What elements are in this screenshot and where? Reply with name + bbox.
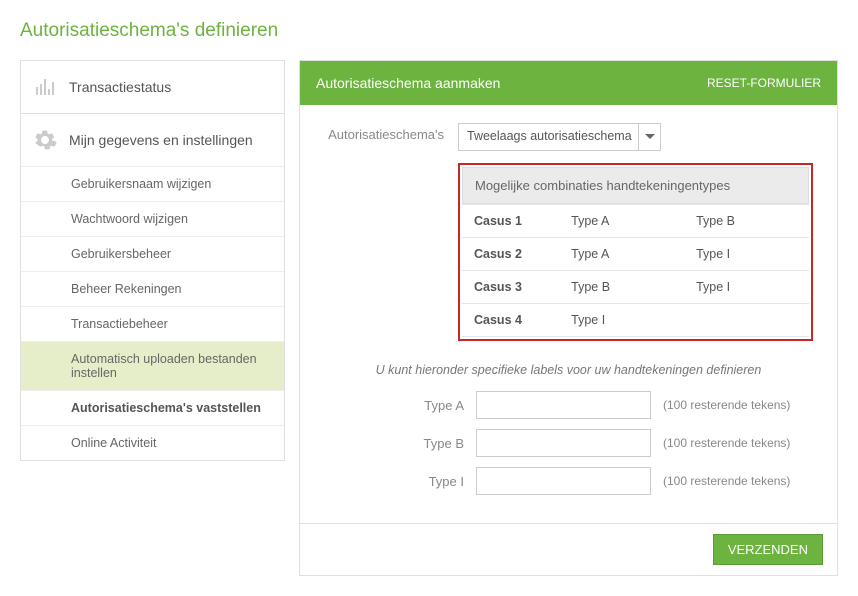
sidebar-subitem-auth-schemas[interactable]: Autorisatieschema's vaststellen [21,390,284,425]
table-row: Casus 2 Type A Type I [462,238,809,271]
combinations-box: Mogelijke combinaties handtekeningentype… [458,163,813,341]
sidebar-subitem-change-password[interactable]: Wachtwoord wijzigen [21,201,284,236]
sidebar-subitem-user-management[interactable]: Gebruikersbeheer [21,236,284,271]
panel-header: Autorisatieschema aanmaken RESET-FORMULI… [300,61,837,105]
type-i-hint: (100 resterende tekens) [663,474,790,488]
labels-instruction: U kunt hieronder specifieke labels voor … [324,363,813,377]
main-panel: Autorisatieschema aanmaken RESET-FORMULI… [299,60,838,576]
sidebar-subitem-account-management[interactable]: Beheer Rekeningen [21,271,284,306]
combinations-table: Casus 1 Type A Type B Casus 2 Type A Typ… [462,204,809,337]
sidebar-subitem-auto-upload[interactable]: Automatisch uploaden bestanden instellen [21,341,284,390]
type-b-label: Type B [324,436,464,451]
chart-icon [33,75,57,99]
sidebar-item-my-details[interactable]: Mijn gegevens en instellingen [21,114,284,166]
type-a-input[interactable] [476,391,651,419]
page-title: Autorisatieschema's definieren [20,20,838,42]
reset-form-link[interactable]: RESET-FORMULIER [707,76,821,90]
type-i-input[interactable] [476,467,651,495]
table-row: Casus 1 Type A Type B [462,205,809,238]
type-b-hint: (100 resterende tekens) [663,436,790,450]
schema-select[interactable]: Tweelaags autorisatieschema [458,123,661,151]
sidebar-subitem-change-username[interactable]: Gebruikersnaam wijzigen [21,166,284,201]
submit-button[interactable]: VERZENDEN [713,534,823,565]
sidebar: Transactiestatus Mijn gegevens en instel… [20,60,285,461]
type-a-label: Type A [324,398,464,413]
type-b-input[interactable] [476,429,651,457]
sidebar-item-transaction-status[interactable]: Transactiestatus [21,61,284,113]
type-a-hint: (100 resterende tekens) [663,398,790,412]
table-row: Casus 3 Type B Type I [462,271,809,304]
type-i-label: Type I [324,474,464,489]
combinations-header: Mogelijke combinaties handtekeningentype… [462,167,809,204]
schema-select-input[interactable]: Tweelaags autorisatieschema [459,124,660,148]
sidebar-item-label: Transactiestatus [69,79,171,95]
gear-icon [33,128,57,152]
table-row: Casus 4 Type I [462,304,809,337]
schema-label: Autorisatieschema's [324,123,444,142]
panel-title: Autorisatieschema aanmaken [316,75,500,91]
sidebar-subitem-transaction-management[interactable]: Transactiebeheer [21,306,284,341]
sidebar-item-label: Mijn gegevens en instellingen [69,132,253,148]
sidebar-subitem-online-activity[interactable]: Online Activiteit [21,425,284,460]
